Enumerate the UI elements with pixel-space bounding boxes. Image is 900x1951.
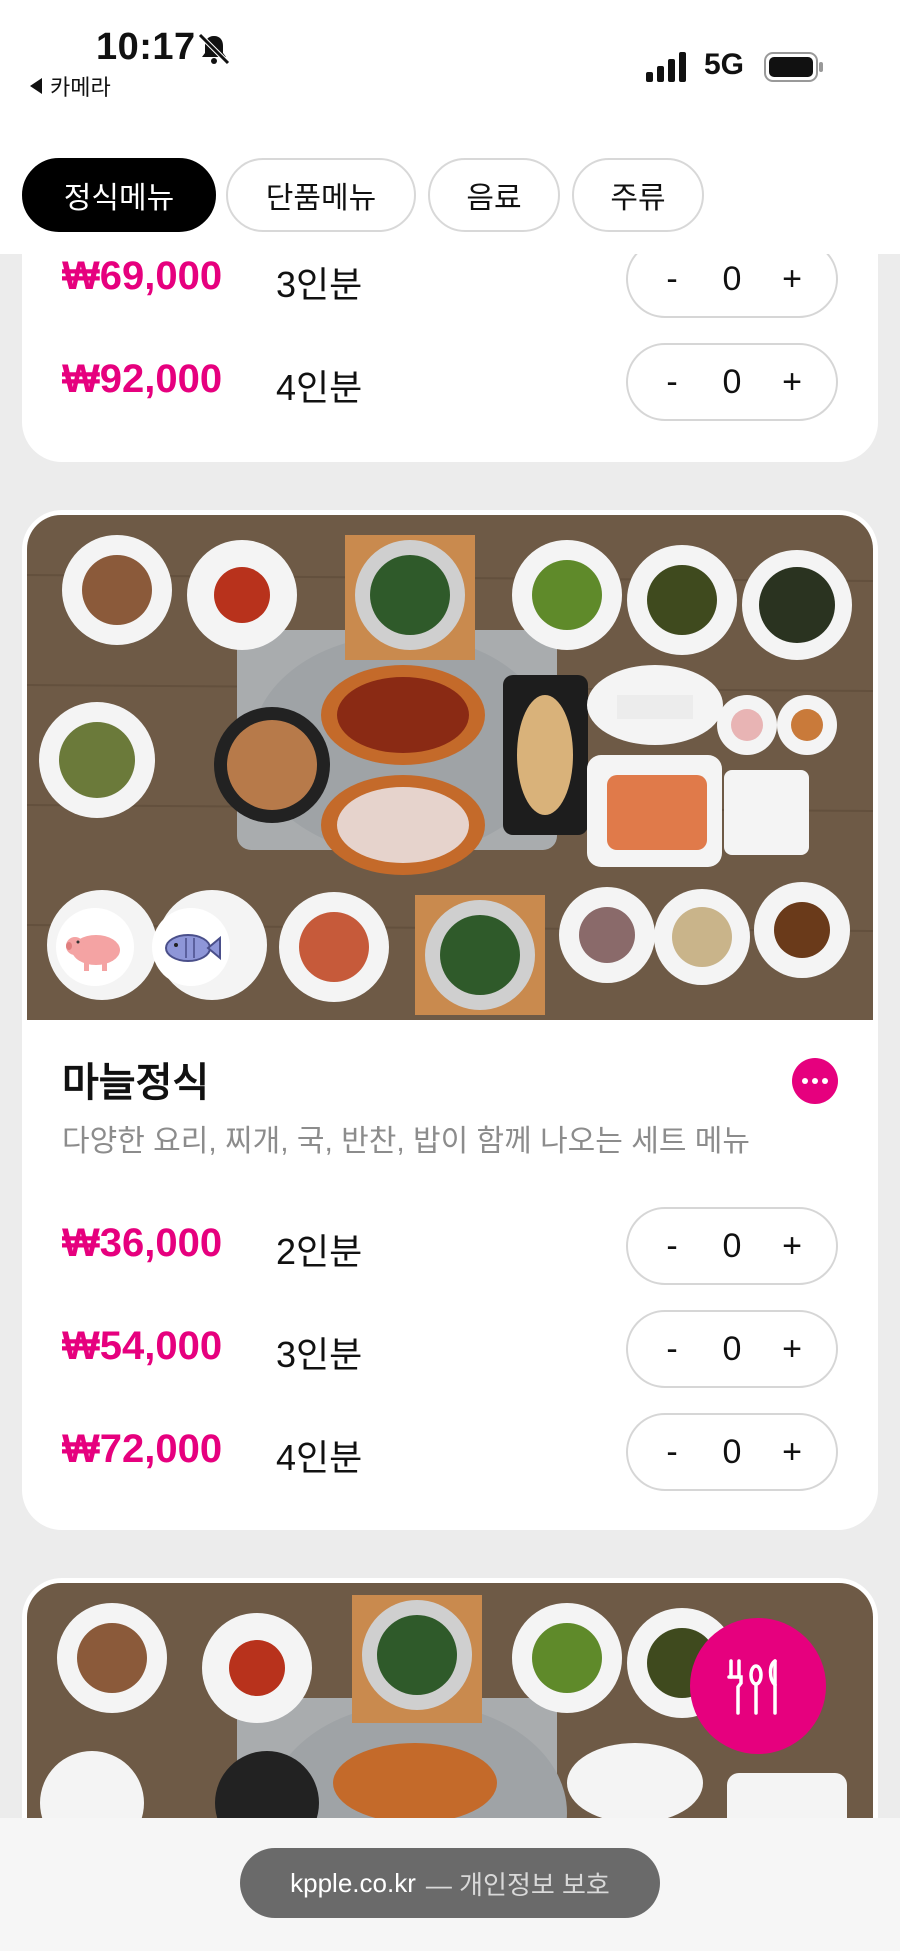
tab-set-menu[interactable]: 정식메뉴 <box>22 158 216 232</box>
tab-single-menu[interactable]: 단품메뉴 <box>226 158 416 232</box>
signal-icon <box>646 52 686 82</box>
price-row: ₩54,000 3인분 - 0 + <box>22 1310 878 1390</box>
browser-bottom-bar: kpple.co.kr — 개인정보 보호 <box>0 1818 900 1951</box>
back-arrow-icon <box>30 78 42 94</box>
price-row: ₩36,000 2인분 - 0 + <box>22 1207 878 1287</box>
dot-icon <box>812 1078 818 1084</box>
quantity-stepper: - 0 + <box>626 343 838 421</box>
increase-button[interactable]: + <box>772 1433 812 1472</box>
menu-item-title: 마늘정식 <box>62 1061 210 1105</box>
more-options-button[interactable] <box>792 1058 838 1104</box>
url-domain: kpple.co.kr <box>290 1867 416 1898</box>
pig-icon <box>56 908 134 986</box>
menu-card-garlic-set: 마늘정식 다양한 요리, 찌개, 국, 반찬, 밥이 함께 나오는 세트 메뉴 … <box>22 510 878 1530</box>
price: ₩69,000 <box>62 254 223 298</box>
price: ₩54,000 <box>62 1324 223 1368</box>
status-time: 10:17 <box>96 26 196 68</box>
increase-button[interactable]: + <box>772 1330 812 1369</box>
price: ₩36,000 <box>62 1221 223 1265</box>
tab-drinks[interactable]: 음료 <box>428 158 560 232</box>
battery-icon <box>764 52 823 82</box>
status-bar: 10:17 카메라 5G <box>0 0 900 132</box>
increase-button[interactable]: + <box>772 260 812 299</box>
privacy-label: — 개인정보 보호 <box>425 1869 610 1900</box>
decrease-button[interactable]: - <box>652 1227 692 1266</box>
quantity-value: 0 <box>722 1226 742 1265</box>
menu-item-description: 다양한 요리, 찌개, 국, 반찬, 밥이 함께 나오는 세트 메뉴 <box>62 1125 750 1158</box>
url-bar[interactable]: kpple.co.kr — 개인정보 보호 <box>240 1848 660 1918</box>
quantity-stepper: - 0 + <box>626 1413 838 1491</box>
portion-label: 3인분 <box>276 264 363 305</box>
price-row: ₩92,000 4인분 - 0 + <box>22 343 878 423</box>
price: ₩72,000 <box>62 1427 223 1471</box>
network-label: 5G <box>704 48 745 81</box>
increase-button[interactable]: + <box>772 363 812 402</box>
decrease-button[interactable]: - <box>652 1433 692 1472</box>
dot-icon <box>822 1078 828 1084</box>
increase-button[interactable]: + <box>772 1227 812 1266</box>
quantity-stepper: - 0 + <box>626 1207 838 1285</box>
quantity-value: 0 <box>722 1329 742 1368</box>
bell-muted-icon <box>198 33 230 65</box>
utensils-icon <box>727 1659 777 1715</box>
price: ₩92,000 <box>62 357 223 401</box>
quantity-value: 0 <box>722 259 742 298</box>
category-tab-bar: 정식메뉴 단품메뉴 음료 주류 <box>0 132 900 254</box>
decrease-button[interactable]: - <box>652 260 692 299</box>
tab-alcohol[interactable]: 주류 <box>572 158 704 232</box>
portion-label: 4인분 <box>276 367 363 408</box>
decrease-button[interactable]: - <box>652 363 692 402</box>
dot-icon <box>802 1078 808 1084</box>
quantity-value: 0 <box>722 362 742 401</box>
back-app-label: 카메라 <box>50 75 111 100</box>
menu-fab-button[interactable] <box>690 1618 826 1754</box>
back-to-camera-link[interactable]: 카메라 <box>30 70 111 102</box>
portion-label: 3인분 <box>276 1334 363 1375</box>
portion-label: 4인분 <box>276 1437 363 1478</box>
quantity-stepper: - 0 + <box>626 1310 838 1388</box>
fish-icon <box>152 908 230 986</box>
decrease-button[interactable]: - <box>652 1330 692 1369</box>
price-row: ₩72,000 4인분 - 0 + <box>22 1413 878 1493</box>
quantity-value: 0 <box>722 1432 742 1471</box>
portion-label: 2인분 <box>276 1231 363 1272</box>
